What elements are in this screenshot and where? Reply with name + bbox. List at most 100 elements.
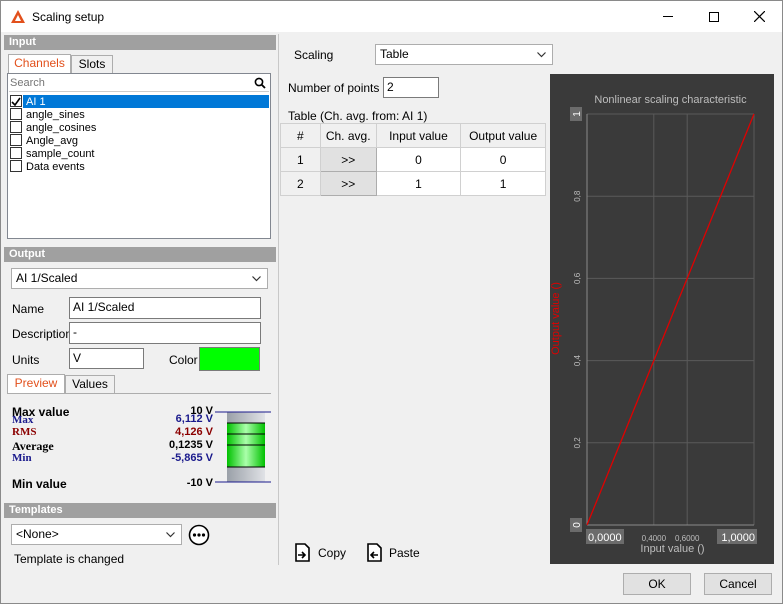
y-tick-label: 0,8 bbox=[573, 190, 582, 202]
scaling-chart: Nonlinear scaling characteristic00,20,40… bbox=[550, 94, 757, 555]
column-header: Ch. avg. bbox=[319, 123, 377, 148]
scaling-label: Scaling bbox=[294, 48, 334, 62]
list-item[interactable]: sample_count bbox=[26, 148, 95, 160]
close-button[interactable] bbox=[736, 1, 782, 32]
tab-values[interactable]: Values bbox=[65, 375, 115, 394]
min-label: Min bbox=[12, 452, 32, 464]
output-value-cell[interactable]: 1 bbox=[460, 171, 546, 196]
y-axis-label: Output value () bbox=[550, 282, 562, 355]
paste-label: Paste bbox=[389, 546, 420, 560]
ch-avg-button[interactable]: >> bbox=[319, 147, 377, 172]
tab-channels[interactable]: Channels bbox=[8, 54, 71, 74]
channel-checkbox[interactable] bbox=[10, 95, 22, 107]
more-options-icon[interactable] bbox=[188, 524, 210, 546]
input-value-cell[interactable]: 1 bbox=[375, 171, 462, 196]
input-value-cell[interactable]: 0 bbox=[375, 147, 462, 172]
scaling-setup-window: Scaling setup Input Channels Slots AI 1 … bbox=[0, 0, 783, 604]
output-value-cell[interactable]: 0 bbox=[460, 147, 546, 172]
color-label: Color bbox=[169, 353, 198, 367]
channel-selection-highlight bbox=[23, 95, 269, 108]
copy-button[interactable]: Copy bbox=[291, 540, 347, 564]
row-number: 2 bbox=[280, 171, 321, 196]
output-section-header: Output bbox=[4, 247, 276, 262]
column-header: Input value bbox=[375, 123, 462, 148]
name-field[interactable]: AI 1/Scaled bbox=[69, 297, 261, 319]
series-line bbox=[586, 113, 755, 526]
ch-avg-button[interactable]: >> bbox=[319, 171, 377, 196]
color-swatch[interactable] bbox=[199, 347, 260, 371]
tab-divider bbox=[7, 393, 271, 394]
list-item[interactable]: AI 1 bbox=[26, 96, 46, 108]
table-row: 1 >> 0 0 bbox=[280, 147, 546, 172]
checkmark-icon bbox=[11, 97, 21, 107]
close-icon bbox=[753, 11, 765, 22]
average-stat: 0,1235 V bbox=[168, 439, 213, 451]
template-dropdown[interactable]: <None> bbox=[11, 524, 182, 545]
minimize-button[interactable] bbox=[645, 1, 691, 32]
y-tick-label: 0,2 bbox=[573, 437, 582, 449]
tab-preview[interactable]: Preview bbox=[7, 374, 65, 394]
app-logo-icon bbox=[11, 10, 25, 23]
copy-icon bbox=[295, 543, 310, 562]
table-caption: Table (Ch. avg. from: AI 1) bbox=[288, 109, 428, 123]
units-label: Units bbox=[12, 353, 40, 367]
channel-checkbox[interactable] bbox=[10, 160, 22, 172]
scaling-type-dropdown[interactable]: Table bbox=[375, 44, 553, 65]
x-tick-label: 0,4000 bbox=[642, 534, 667, 543]
input-section-header: Input bbox=[4, 35, 276, 50]
ok-button[interactable]: OK bbox=[623, 573, 691, 595]
y-tick-label: 0,4 bbox=[573, 354, 582, 366]
y-tick-label: 1 bbox=[572, 111, 583, 117]
description-field[interactable]: - bbox=[69, 322, 261, 344]
channel-checkbox[interactable] bbox=[10, 147, 22, 159]
rms-stat: 4,126 V bbox=[175, 426, 213, 438]
number-of-points-field[interactable]: 2 bbox=[383, 77, 439, 98]
units-field[interactable]: V bbox=[69, 348, 144, 369]
list-item[interactable]: Data events bbox=[26, 161, 85, 173]
chevron-down-icon bbox=[166, 532, 175, 538]
list-item[interactable]: angle_cosines bbox=[26, 122, 96, 134]
chevron-down-icon bbox=[252, 276, 261, 282]
column-header: Output value bbox=[460, 123, 546, 148]
minimize-icon bbox=[663, 16, 673, 17]
output-channel-dropdown[interactable]: AI 1/Scaled bbox=[11, 268, 268, 289]
tab-slots[interactable]: Slots bbox=[71, 55, 113, 74]
x-tick-label: 1,0000 bbox=[721, 532, 755, 544]
channel-checkbox[interactable] bbox=[10, 121, 22, 133]
column-header: # bbox=[280, 123, 321, 148]
name-label: Name bbox=[12, 302, 45, 316]
copy-label: Copy bbox=[318, 546, 347, 560]
y-tick-label: 0 bbox=[572, 522, 583, 528]
scaling-table: # Ch. avg. Input value Output value 1 >>… bbox=[280, 123, 546, 196]
paste-button[interactable]: Paste bbox=[363, 540, 423, 564]
maximize-icon bbox=[709, 11, 719, 22]
search-icon[interactable] bbox=[254, 77, 266, 89]
table-row: 2 >> 1 1 bbox=[280, 171, 546, 196]
cancel-button[interactable]: Cancel bbox=[704, 573, 772, 595]
search-input[interactable] bbox=[10, 76, 240, 90]
list-item[interactable]: angle_sines bbox=[26, 109, 85, 121]
template-status: Template is changed bbox=[14, 552, 125, 566]
template-value: <None> bbox=[16, 527, 59, 541]
maximize-button[interactable] bbox=[691, 1, 737, 32]
templates-section-header: Templates bbox=[4, 503, 276, 518]
chart-title: Nonlinear scaling characteristic bbox=[594, 94, 747, 106]
chart-panel: Nonlinear scaling characteristic 0 0,2 0,4 0… bbox=[550, 74, 774, 564]
list-item[interactable]: Angle_avg bbox=[26, 135, 78, 147]
channel-checkbox[interactable] bbox=[10, 134, 22, 146]
min-stat: -5,865 V bbox=[171, 452, 213, 464]
description-label: Description bbox=[12, 327, 73, 341]
x-tick-label: 0,6000 bbox=[675, 534, 700, 543]
rms-label: RMS bbox=[12, 426, 37, 438]
min-value: -10 V bbox=[186, 477, 213, 489]
channel-checkbox[interactable] bbox=[10, 108, 22, 120]
search-box[interactable] bbox=[9, 75, 269, 92]
title-bar[interactable]: Scaling setup bbox=[1, 1, 782, 32]
number-of-points-label: Number of points bbox=[288, 81, 380, 95]
x-tick-label: 0,0000 bbox=[588, 532, 622, 544]
x-axis-label: Input value () bbox=[640, 543, 704, 555]
min-value-label: Min value bbox=[12, 477, 67, 491]
scaling-type-value: Table bbox=[380, 47, 409, 61]
y-tick-label: 0,6 bbox=[573, 272, 582, 284]
window-title: Scaling setup bbox=[32, 10, 105, 24]
